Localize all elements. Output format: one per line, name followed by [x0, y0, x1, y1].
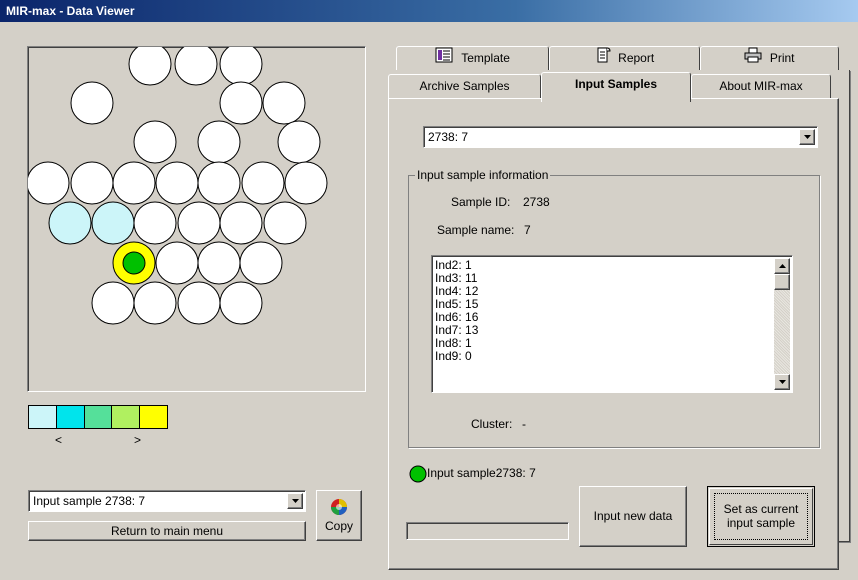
map-cell[interactable] — [177, 281, 221, 325]
tab-input-samples[interactable]: Input Samples — [541, 72, 691, 102]
legend-swatch — [83, 406, 112, 428]
map-cell[interactable] — [177, 201, 221, 245]
map-cell[interactable] — [155, 161, 199, 205]
legend-left-arrow[interactable]: < — [55, 433, 62, 447]
scroll-thumb[interactable] — [774, 274, 790, 290]
sample-select-combo[interactable]: Input sample 2738: 7 — [28, 490, 306, 512]
map-cell[interactable] — [28, 161, 70, 205]
tab-print-label: Print — [769, 51, 795, 65]
tab-report[interactable]: Report — [549, 46, 700, 70]
map-cell[interactable] — [219, 81, 263, 125]
map-cell[interactable] — [70, 161, 114, 205]
set-current-label-line2: input sample — [726, 516, 796, 530]
vertical-scrollbar[interactable] — [774, 258, 790, 390]
input-sample-combo[interactable]: 2738: 7 — [423, 126, 818, 148]
progress-bar — [406, 522, 569, 540]
som-map — [28, 47, 328, 325]
color-legend — [28, 405, 168, 429]
map-cell[interactable] — [48, 201, 92, 245]
map-cell[interactable] — [133, 120, 177, 164]
map-cell[interactable] — [91, 281, 135, 325]
map-cell[interactable] — [174, 47, 218, 86]
sample-id-label: Sample ID: — [451, 195, 511, 209]
scroll-down-icon[interactable] — [774, 374, 790, 390]
map-cell[interactable] — [239, 241, 283, 285]
tab-print[interactable]: Print — [700, 46, 839, 70]
input-sample-status: Input sample2738: 7 — [427, 466, 536, 480]
map-cell[interactable] — [262, 81, 306, 125]
printer-icon — [744, 47, 762, 70]
input-sample-combo-value: 2738: 7 — [428, 130, 469, 144]
legend-right-arrow[interactable]: > — [134, 433, 141, 447]
input-new-data-button[interactable]: Input new data — [579, 486, 687, 547]
legend-swatch — [139, 406, 167, 428]
tab-template-label: Template — [461, 51, 510, 65]
input-samples-panel: 2738: 7 Input sample information Sample … — [388, 98, 839, 570]
som-map-panel — [27, 46, 366, 392]
window-title: MIR-max - Data Viewer — [6, 4, 135, 18]
sample-id-value: 2738 — [523, 195, 550, 209]
copy-button[interactable]: Copy — [316, 490, 362, 541]
map-cell[interactable] — [133, 201, 177, 245]
map-cell[interactable] — [155, 241, 199, 285]
tab-report-label: Report — [618, 51, 655, 65]
list-item[interactable]: Ind9: 0 — [435, 350, 478, 363]
map-cell[interactable] — [219, 281, 263, 325]
set-as-current-input-sample-button[interactable]: Set as current input sample — [707, 486, 815, 547]
indicator-listbox[interactable]: Ind2: 1 Ind3: 11 Ind4: 12 Ind5: 15 Ind6: 16 I… — [431, 255, 793, 393]
color-wheel-icon — [331, 499, 347, 515]
tab-archive-samples[interactable]: Archive Samples — [388, 74, 541, 98]
tab-about-mir-max[interactable]: About MIR-max — [691, 74, 831, 98]
window-title-bar: MIR-max - Data Viewer — [0, 0, 858, 22]
map-cell[interactable] — [128, 47, 172, 86]
input-sample-marker — [122, 251, 146, 275]
group-title: Input sample information — [415, 168, 551, 182]
green-circle-icon — [409, 465, 427, 483]
sample-select-value: Input sample 2738: 7 — [33, 494, 146, 508]
map-cell[interactable] — [241, 161, 285, 205]
scroll-up-icon[interactable] — [774, 258, 790, 274]
cluster-value: - — [522, 417, 526, 431]
legend-swatch — [29, 406, 56, 428]
chevron-down-icon[interactable] — [287, 493, 303, 509]
legend-swatch — [111, 406, 140, 428]
map-cell[interactable] — [219, 201, 263, 245]
map-cell[interactable] — [133, 281, 177, 325]
map-cell[interactable] — [219, 47, 263, 86]
report-icon — [595, 47, 611, 70]
map-cell[interactable] — [284, 161, 328, 205]
map-cell[interactable] — [112, 161, 156, 205]
sample-name-value: 7 — [524, 223, 531, 237]
map-cell[interactable] — [91, 201, 135, 245]
copy-button-label: Copy — [324, 519, 353, 533]
return-to-main-menu-button[interactable]: Return to main menu — [28, 521, 306, 541]
map-cell[interactable] — [197, 120, 241, 164]
map-cell[interactable] — [277, 120, 321, 164]
sample-name-label: Sample name: — [437, 223, 515, 237]
legend-swatch — [55, 406, 84, 428]
map-cell[interactable] — [197, 241, 241, 285]
set-current-label-line1: Set as current — [723, 502, 799, 516]
chevron-down-icon[interactable] — [799, 129, 815, 145]
map-cell[interactable] — [70, 81, 114, 125]
map-cell[interactable] — [197, 161, 241, 205]
map-cell[interactable] — [263, 201, 307, 245]
template-icon — [435, 47, 453, 70]
back-panel-edge — [838, 70, 850, 542]
tab-template[interactable]: Template — [396, 46, 549, 70]
cluster-label: Cluster: — [471, 417, 513, 431]
